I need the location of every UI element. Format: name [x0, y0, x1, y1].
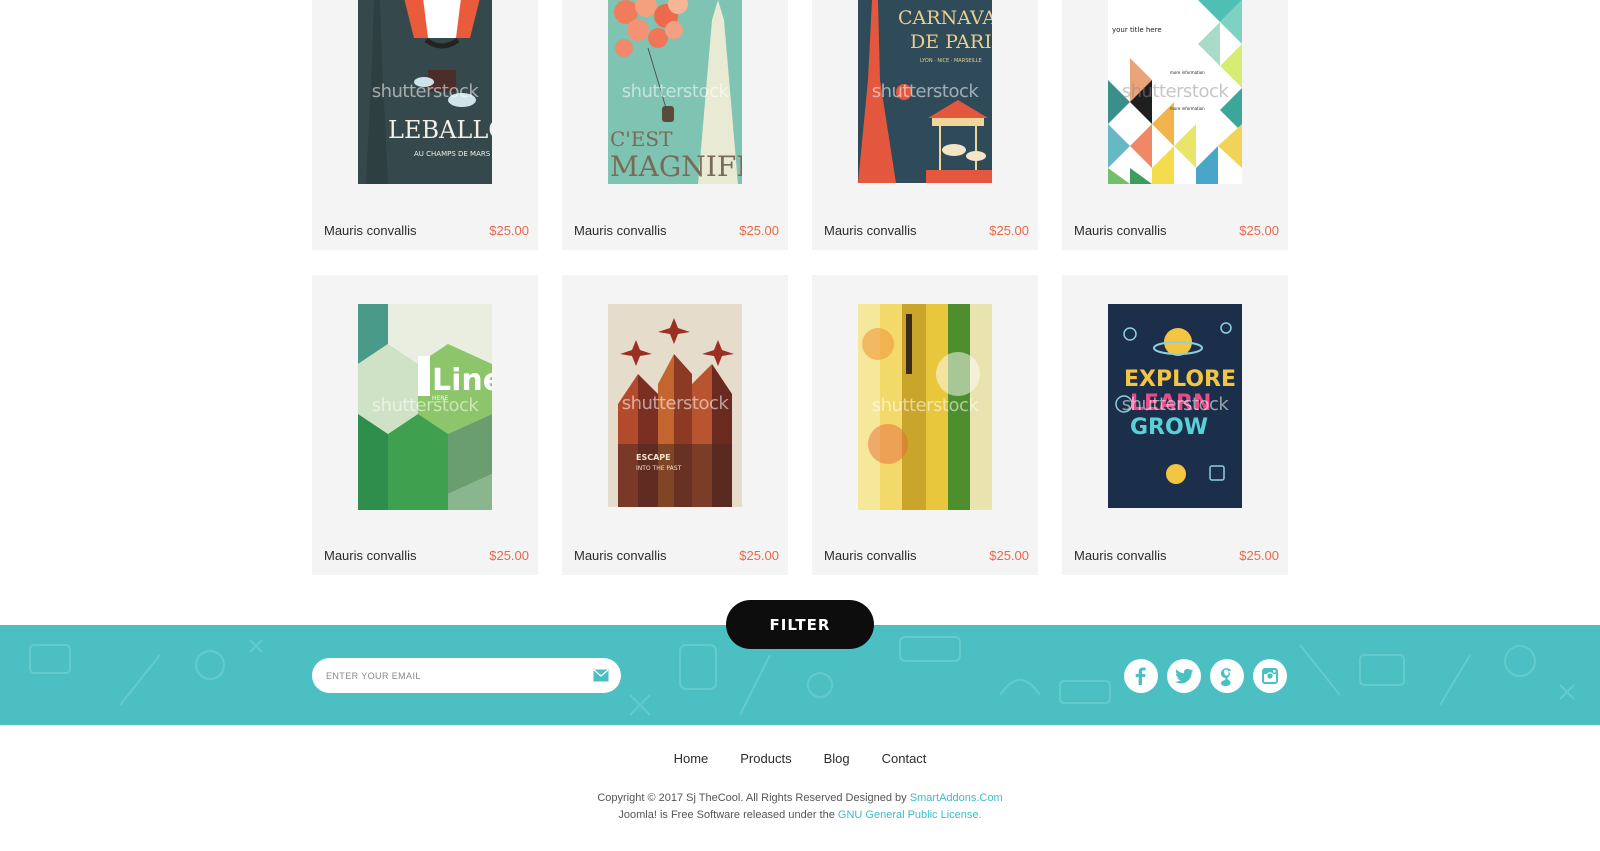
watermark-text: shutterstock: [1121, 393, 1229, 415]
envelope-icon[interactable]: [593, 669, 609, 682]
product-name[interactable]: Mauris convallis: [574, 223, 666, 238]
twitter-link[interactable]: [1167, 659, 1201, 693]
google-plus-icon: [1221, 668, 1232, 686]
footer-nav-products[interactable]: Products: [740, 751, 791, 766]
poster-subtitle-text: more information: [1170, 106, 1205, 111]
footer-nav-contact[interactable]: Contact: [882, 751, 927, 766]
watermark-text: shutterstock: [621, 80, 729, 102]
product-name[interactable]: Mauris convallis: [1074, 548, 1166, 563]
facebook-link[interactable]: [1124, 659, 1158, 693]
poster-title-text: DE PARIS: [910, 31, 992, 53]
product-card[interactable]: ESCAPE INTO THE PAST shutterstock Mauris…: [562, 275, 788, 575]
watermark-text: shutterstock: [371, 80, 479, 102]
product-image[interactable]: shutterstock: [858, 304, 992, 510]
poster-title-text: Line: [432, 363, 492, 398]
footer-nav: Home Products Blog Contact: [0, 751, 1600, 766]
poster-title-text: ESCAPE: [636, 453, 671, 462]
product-image[interactable]: Line HERE shutterstock: [358, 304, 492, 510]
product-price: $25.00: [489, 223, 529, 238]
filter-button[interactable]: FILTER: [726, 600, 874, 649]
watermark-text: shutterstock: [1121, 80, 1229, 102]
copyright-line: Copyright © 2017 Sj TheCool. All Rights …: [0, 792, 1600, 804]
instagram-icon: [1262, 668, 1278, 684]
product-card[interactable]: your title here more information more in…: [1062, 0, 1288, 250]
product-card[interactable]: shutterstock Mauris convallis $25.00: [812, 275, 1038, 575]
footer-nav-blog[interactable]: Blog: [824, 751, 850, 766]
product-card[interactable]: LEBALLON AU CHAMPS DE MARS shutterstock …: [312, 0, 538, 250]
poster-subtitle-text: AU CHAMPS DE MARS: [414, 150, 491, 158]
product-image[interactable]: LEBALLON AU CHAMPS DE MARS shutterstock: [358, 0, 492, 184]
product-image[interactable]: ESCAPE INTO THE PAST shutterstock: [608, 304, 742, 507]
product-card[interactable]: EXPLORE LEARN GROW shutterstock Mauris c…: [1062, 275, 1288, 575]
product-name[interactable]: Mauris convallis: [324, 223, 416, 238]
product-name[interactable]: Mauris convallis: [324, 548, 416, 563]
product-price: $25.00: [489, 548, 529, 563]
watermark-text: shutterstock: [621, 393, 729, 415]
footer-nav-home[interactable]: Home: [674, 751, 709, 766]
product-image[interactable]: EXPLORE LEARN GROW shutterstock: [1108, 304, 1242, 508]
product-card[interactable]: C'EST MAGNIFIQU shutterstock Mauris conv…: [562, 0, 788, 250]
watermark-text: shutterstock: [871, 80, 979, 102]
license-text: Joomla! is Free Software released under …: [618, 809, 838, 821]
poster-title-text: CARNAVAL: [898, 7, 992, 29]
email-input[interactable]: [326, 658, 576, 693]
product-name[interactable]: Mauris convallis: [1074, 223, 1166, 238]
product-name[interactable]: Mauris convallis: [824, 223, 916, 238]
poster-subtitle-text: INTO THE PAST: [636, 465, 682, 472]
product-price: $25.00: [1239, 223, 1279, 238]
product-price: $25.00: [739, 548, 779, 563]
facebook-icon: [1135, 667, 1146, 685]
product-name[interactable]: Mauris convallis: [824, 548, 916, 563]
product-image[interactable]: C'EST MAGNIFIQU shutterstock: [608, 0, 742, 184]
poster-title-text: GROW: [1130, 415, 1208, 440]
license-line: Joomla! is Free Software released under …: [0, 809, 1600, 821]
poster-title-text: your title here: [1112, 26, 1162, 34]
product-card[interactable]: CARNAVAL DE PARIS LYON · NICE · MARSEILL…: [812, 0, 1038, 250]
designer-link[interactable]: SmartAddons.Com: [910, 792, 1003, 804]
product-image[interactable]: your title here more information more in…: [1108, 0, 1242, 184]
poster-subtitle-text: LYON · NICE · MARSEILLE: [920, 58, 982, 64]
watermark-text: shutterstock: [371, 394, 479, 416]
product-price: $25.00: [989, 223, 1029, 238]
google-plus-link[interactable]: [1210, 659, 1244, 693]
newsletter-form: [312, 658, 621, 693]
poster-title-text: C'EST: [610, 127, 673, 151]
product-card[interactable]: Line HERE shutterstock Mauris convallis …: [312, 275, 538, 575]
license-link[interactable]: GNU General Public License.: [838, 809, 982, 821]
poster-title-text: EXPLORE: [1124, 367, 1236, 392]
product-image[interactable]: CARNAVAL DE PARIS LYON · NICE · MARSEILL…: [858, 0, 992, 183]
twitter-icon: [1175, 668, 1194, 684]
poster-subtitle-text: more information: [1170, 70, 1205, 75]
product-price: $25.00: [989, 548, 1029, 563]
product-price: $25.00: [739, 223, 779, 238]
product-price: $25.00: [1239, 548, 1279, 563]
instagram-link[interactable]: [1253, 659, 1287, 693]
copyright-text: Copyright © 2017 Sj TheCool. All Rights …: [597, 792, 910, 804]
product-name[interactable]: Mauris convallis: [574, 548, 666, 563]
poster-title-text: MAGNIFIQU: [610, 150, 742, 183]
watermark-text: shutterstock: [871, 394, 979, 416]
poster-title-text: LEBALLON: [388, 116, 492, 144]
